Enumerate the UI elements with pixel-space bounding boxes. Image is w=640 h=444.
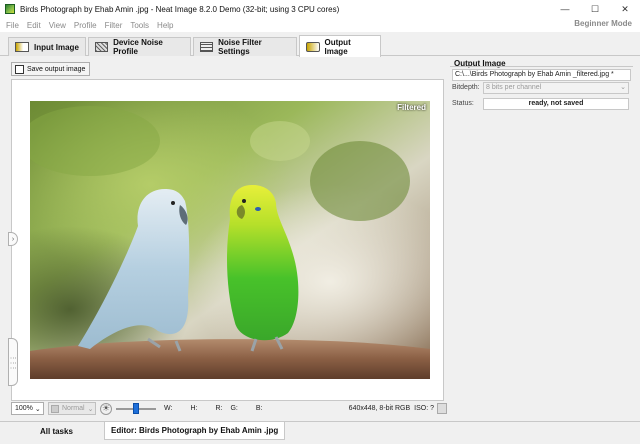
input-image-icon [15, 42, 29, 52]
output-path-field[interactable]: C:\...\Birds Photograph by Ehab Amin _fi… [452, 69, 631, 81]
blend-mode-value: Normal [62, 405, 85, 412]
height-readout: H: [190, 405, 198, 412]
output-image-panel: Output Image C:\...\Birds Photograph by … [450, 59, 633, 113]
filtered-photo[interactable]: Filtered [30, 101, 430, 379]
menu-profile[interactable]: Profile [70, 21, 101, 30]
tab-label: Device Noise Profile [113, 38, 163, 56]
title-bar: Birds Photograph by Ehab Amin .jpg - Nea… [0, 0, 640, 18]
tab-device-noise-profile[interactable]: Device Noise Profile [88, 37, 191, 56]
blue-readout: B: [255, 405, 263, 412]
tab-all-tasks[interactable]: All tasks [34, 422, 79, 440]
workflow-tabs: Input Image Device Noise Profile Noise F… [0, 33, 640, 57]
zoom-chevron-icon: ⌄ [34, 405, 41, 413]
menu-filter[interactable]: Filter [101, 21, 127, 30]
maximize-button[interactable]: ☐ [580, 0, 610, 18]
bitdepth-label: Bitdepth: [452, 84, 480, 91]
bitdepth-select[interactable]: 8 bits per channel ⌄ [483, 82, 629, 94]
tab-input-image[interactable]: Input Image [8, 37, 86, 56]
image-info: 640x448, 8-bit RGB [348, 405, 411, 412]
blend-mode-select[interactable]: Normal ⌄ [48, 402, 96, 415]
slider-thumb[interactable] [133, 403, 139, 414]
save-status-value: ready, not saved [483, 98, 629, 110]
blend-chevron-icon: ⌄ [87, 405, 94, 413]
save-output-label: Save output image [27, 65, 86, 73]
app-icon [5, 4, 15, 14]
tab-label: Input Image [34, 42, 79, 52]
tab-output-image[interactable]: Output Image [299, 35, 381, 57]
width-readout: W: [164, 405, 173, 412]
filter-settings-icon [200, 42, 214, 52]
options-button[interactable] [437, 403, 447, 414]
tab-label: Output Image [324, 37, 351, 56]
window-title: Birds Photograph by Ehab Amin .jpg - Nea… [20, 4, 340, 14]
tab-noise-filter-settings[interactable]: Noise Filter Settings [193, 37, 297, 56]
menu-edit[interactable]: Edit [23, 21, 45, 30]
red-readout: R: [215, 405, 223, 412]
save-icon [15, 64, 24, 74]
iso-readout: ISO: ? [414, 405, 434, 412]
blend-swatch-icon [51, 404, 59, 413]
menu-help[interactable]: Help [153, 21, 177, 30]
task-tabs: All tasks Editor: Birds Photograph by Eh… [0, 421, 640, 444]
save-output-button[interactable]: Save output image [11, 62, 91, 76]
menu-bar: File Edit View Profile Filter Tools Help… [0, 18, 640, 32]
status-label: Status: [452, 100, 474, 107]
bitdepth-value: 8 bits per channel [486, 84, 542, 91]
image-viewport[interactable]: Filtered [11, 79, 444, 401]
menu-tools[interactable]: Tools [126, 21, 153, 30]
noise-profile-icon [95, 42, 109, 52]
parakeets-photo [30, 101, 430, 379]
mode-label[interactable]: Beginner Mode [574, 19, 632, 28]
filtered-overlay-label: Filtered [397, 103, 426, 112]
brightness-slider[interactable] [116, 402, 156, 415]
green-readout: G: [230, 405, 238, 412]
minimize-button[interactable]: — [550, 0, 580, 18]
brightness-icon[interactable]: ☀ [100, 402, 112, 415]
output-image-icon [306, 41, 320, 52]
tab-label: Noise Filter Settings [218, 38, 262, 56]
image-status-bar: 100% ⌄ Normal ⌄ ☀ W: H: R: G: B: 640x448… [11, 401, 447, 416]
menu-file[interactable]: File [0, 21, 23, 30]
menu-view[interactable]: View [45, 21, 70, 30]
close-button[interactable]: ✕ [610, 0, 640, 18]
heading-divider [450, 66, 633, 67]
tab-editor[interactable]: Editor: Birds Photograph by Ehab Amin .j… [104, 422, 286, 440]
zoom-value: 100% [15, 405, 33, 412]
zoom-select[interactable]: 100% ⌄ [11, 402, 44, 415]
preview-panel: Save output image Filtered [8, 59, 447, 417]
chevron-down-icon: ⌄ [620, 84, 626, 91]
window-controls: — ☐ ✕ [550, 0, 640, 18]
side-panel-grip[interactable]: ⋮⋮⋮ [8, 338, 18, 386]
